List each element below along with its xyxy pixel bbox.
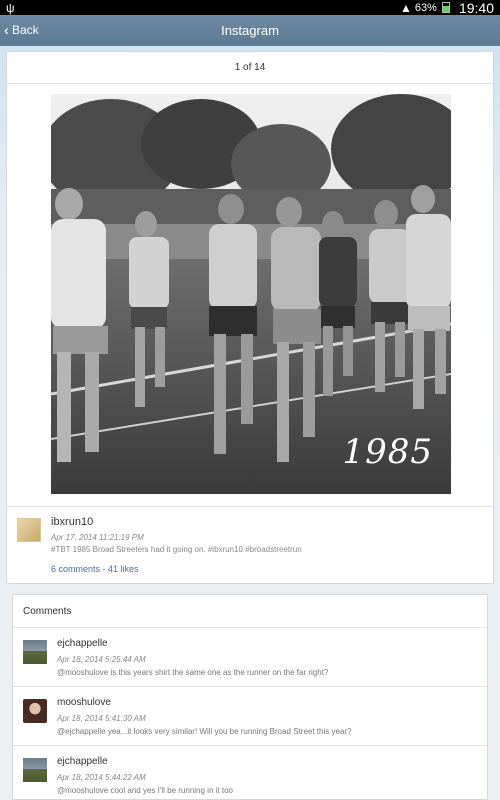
usb-icon: ψ (6, 0, 15, 15)
battery-percent: 63% (414, 1, 437, 14)
post-stats: 6 comments - 41 likes (51, 564, 139, 574)
comment-timestamp: Apr 18, 2014 5:25:44 AM (57, 655, 146, 664)
comment-text: @ejchappelle yea...it looks very similar… (57, 727, 352, 736)
post-timestamp: Apr 17, 2014 11:21:19 PM (51, 533, 144, 542)
comment-item: ejchappelle Apr 18, 2014 5:25:44 AM @moo… (13, 628, 487, 687)
post-username[interactable]: ibxrun10 (51, 516, 93, 528)
back-button[interactable]: ‹ Back (4, 20, 39, 40)
comments-card: Comments ejchappelle Apr 18, 2014 5:25:4… (12, 594, 488, 800)
comment-item: ejchappelle Apr 18, 2014 5:44:22 AM @moo… (13, 746, 487, 799)
clock: 19:40 (458, 0, 494, 16)
comments-heading: Comments (13, 595, 487, 628)
photo-year-overlay: 1985 (342, 432, 433, 472)
comments-link[interactable]: 6 comments (51, 564, 100, 574)
divider (7, 506, 493, 507)
battery-icon (441, 2, 450, 13)
comment-username[interactable]: ejchappelle (57, 638, 108, 649)
avatar[interactable] (23, 640, 47, 664)
comment-item: mooshulove Apr 18, 2014 5:41:30 AM @ejch… (13, 687, 487, 746)
wifi-icon: ▲ (400, 0, 412, 15)
comment-text: @mooshulove is this years shirt the same… (57, 668, 329, 677)
back-label: Back (12, 23, 39, 37)
post-photo[interactable]: 1985 (51, 94, 451, 494)
status-bar: ψ ▲ 63% 19:40 (0, 0, 500, 16)
comment-username[interactable]: mooshulove (57, 697, 111, 708)
chevron-left-icon: ‹ (4, 21, 9, 39)
likes-link[interactable]: 41 likes (108, 564, 139, 574)
comment-timestamp: Apr 18, 2014 5:41:30 AM (57, 714, 146, 723)
title-bar: ‹ Back Instagram (0, 15, 500, 46)
avatar[interactable] (23, 699, 47, 723)
photo-counter: 1 of 14 (7, 52, 493, 84)
comment-username[interactable]: ejchappelle (57, 756, 108, 767)
page-title: Instagram (221, 23, 279, 38)
avatar[interactable] (17, 518, 41, 542)
comment-text: @mooshulove cool and yes I'll be running… (57, 786, 233, 795)
comment-timestamp: Apr 18, 2014 5:44:22 AM (57, 773, 146, 782)
avatar[interactable] (23, 758, 47, 782)
stats-separator: - (100, 564, 109, 574)
post-caption: #TBT 1985 Broad Streeters had it going o… (51, 545, 302, 554)
post-card: 1 of 14 1985 ibxrun10 Apr 17, 2014 11:21… (6, 51, 494, 584)
